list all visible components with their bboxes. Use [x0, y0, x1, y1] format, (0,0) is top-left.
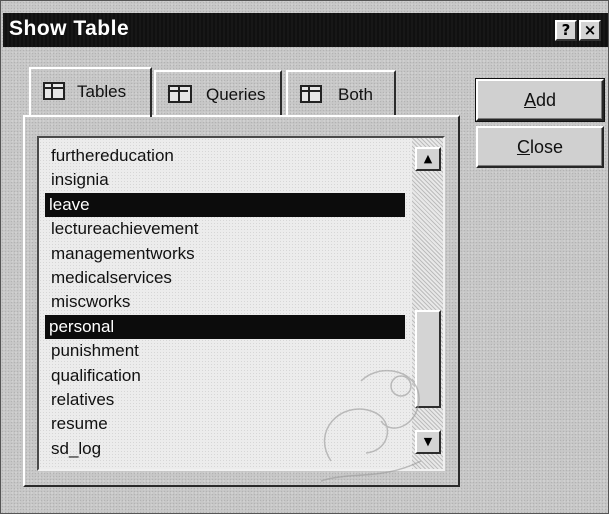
list-item[interactable]: leave: [45, 192, 405, 217]
tab-both-label: Both: [338, 85, 373, 104]
close-button[interactable]: Close: [476, 126, 604, 168]
show-table-dialog: Show Table ? × Tables Queries Both furth…: [0, 0, 609, 514]
close-window-button[interactable]: ×: [579, 20, 601, 41]
table-icon: [43, 82, 65, 100]
list-item[interactable]: furthereducation: [47, 144, 407, 168]
window-title: Show Table: [9, 17, 130, 40]
list-item[interactable]: medicalservices: [47, 266, 407, 290]
list-item[interactable]: insignia: [47, 168, 407, 192]
tab-queries-label: Queries: [206, 85, 266, 104]
add-mnemonic: A: [523, 90, 536, 110]
list-item[interactable]: managementworks: [47, 242, 407, 266]
scroll-up-button[interactable]: ▲: [415, 147, 441, 171]
query-icon: [168, 85, 192, 103]
list-item[interactable]: lectureachievement: [47, 217, 407, 241]
tab-tables-label: Tables: [77, 82, 127, 101]
add-button[interactable]: Add: [475, 78, 605, 122]
tab-queries[interactable]: Queries: [154, 70, 282, 116]
close-label-rest: lose: [529, 137, 564, 157]
both-icon: [300, 85, 322, 103]
list-item[interactable]: miscworks: [47, 290, 407, 314]
title-bar[interactable]: Show Table ? ×: [3, 13, 608, 47]
list-item[interactable]: personal: [45, 314, 405, 339]
tab-both[interactable]: Both: [286, 70, 396, 116]
tab-tables[interactable]: Tables: [29, 67, 152, 117]
watermark-logo: [320, 370, 422, 482]
help-button[interactable]: ?: [555, 20, 577, 41]
add-label-rest: dd: [535, 90, 557, 110]
close-mnemonic: C: [516, 137, 530, 157]
